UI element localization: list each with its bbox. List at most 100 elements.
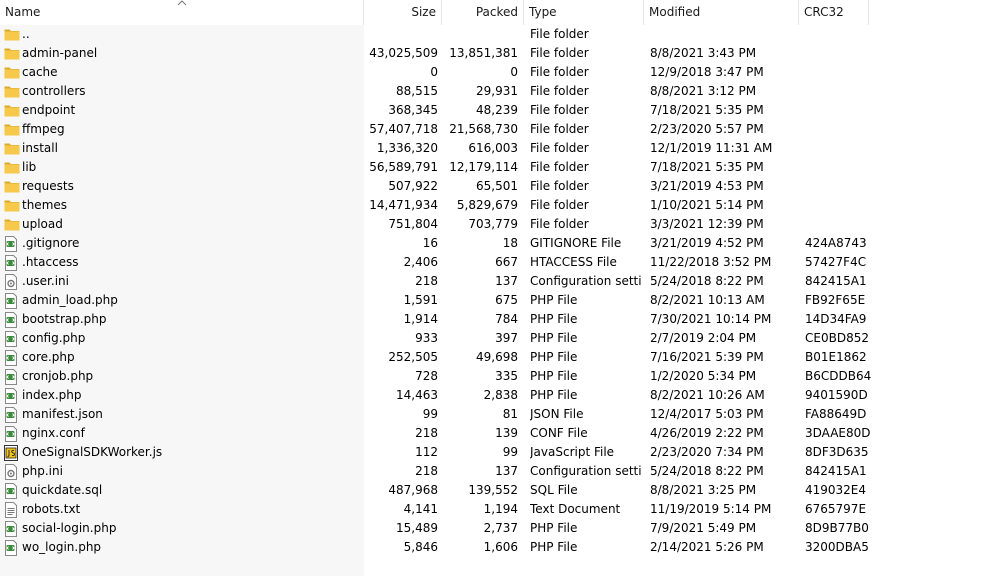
file-row[interactable]: robots.txt 4,141 1,194 Text Document 11/19/2… xyxy=(0,500,1004,519)
file-name: lib xyxy=(22,160,37,174)
file-row[interactable]: social-login.php 15,489 2,737 PHP File 7/9/2… xyxy=(0,519,1004,538)
file-row[interactable]: php.ini 218 137 Configuration setti... 5/24/… xyxy=(0,462,1004,481)
file-type: Configuration setti... xyxy=(530,464,642,478)
file-modified: 8/8/2021 3:25 PM xyxy=(650,483,757,497)
file-name: nginx.conf xyxy=(22,426,85,440)
file-name: index.php xyxy=(22,388,82,402)
javascript-file-icon xyxy=(4,443,20,462)
file-row[interactable]: controllers 88,515 29,931 File folder 8/8/20… xyxy=(0,82,1004,101)
file-size: 56,589,791 xyxy=(369,160,438,174)
folder-icon xyxy=(4,158,20,177)
file-row[interactable]: admin-panel 43,025,509 13,851,381 File fold… xyxy=(0,44,1004,63)
file-modified: 2/7/2019 2:04 PM xyxy=(650,331,757,345)
file-row[interactable]: index.php 14,463 2,838 PHP File 8/2/2021 10:… xyxy=(0,386,1004,405)
file-name: .. xyxy=(22,27,30,41)
file-name: ffmpeg xyxy=(22,122,65,136)
file-row[interactable]: endpoint 368,345 48,239 File folder 7/18/202… xyxy=(0,101,1004,120)
file-modified: 8/2/2021 10:26 AM xyxy=(650,388,765,402)
file-row[interactable]: upload 751,804 703,779 File folder 3/3/2021 … xyxy=(0,215,1004,234)
file-modified: 7/18/2021 5:35 PM xyxy=(650,160,764,174)
file-row[interactable]: .htaccess 2,406 667 HTACCESS File 11/22/2018… xyxy=(0,253,1004,272)
file-row[interactable]: cache 0 0 File folder 12/9/2018 3:47 PM xyxy=(0,63,1004,82)
header-name-label: Name xyxy=(5,5,41,19)
file-name: .user.ini xyxy=(22,274,69,288)
file-name: OneSignalSDKWorker.js xyxy=(22,445,163,459)
file-row[interactable]: cronjob.php 728 335 PHP File 1/2/2020 5:34 P… xyxy=(0,367,1004,386)
file-crc: 842415A1 xyxy=(805,464,867,478)
file-row[interactable]: nginx.conf 218 139 CONF File 4/26/2019 2:22 … xyxy=(0,424,1004,443)
header-size[interactable]: Size xyxy=(364,0,442,25)
file-packed-size: 65,501 xyxy=(476,179,518,193)
file-row[interactable]: quickdate.sql 487,968 139,552 SQL File 8/8/2… xyxy=(0,481,1004,500)
header-modified[interactable]: Modified xyxy=(644,0,799,25)
file-row[interactable]: lib 56,589,791 12,179,114 File folder 7/18/2… xyxy=(0,158,1004,177)
file-row[interactable]: themes 14,471,934 5,829,679 File folder 1/10… xyxy=(0,196,1004,215)
file-name: themes xyxy=(22,198,68,212)
file-name: social-login.php xyxy=(22,521,117,535)
file-packed-size: 139 xyxy=(495,426,518,440)
file-type: File folder xyxy=(530,103,589,117)
header-packed[interactable]: Packed xyxy=(442,0,524,25)
file-name: cache xyxy=(22,65,58,79)
file-modified: 2/23/2020 7:34 PM xyxy=(650,445,764,459)
file-crc xyxy=(805,101,875,120)
file-crc: B01E1862 xyxy=(805,350,867,364)
file-type: PHP File xyxy=(530,369,578,383)
file-type: File folder xyxy=(530,122,589,136)
file-size: 88,515 xyxy=(396,84,438,98)
file-type: PHP File xyxy=(530,312,578,326)
file-packed-size: 137 xyxy=(495,464,518,478)
file-type: GITIGNORE File xyxy=(530,236,622,250)
file-name: manifest.json xyxy=(22,407,103,421)
code-file-icon xyxy=(4,424,20,443)
file-crc xyxy=(805,25,875,44)
file-packed-size: 784 xyxy=(495,312,518,326)
file-row[interactable]: wo_login.php 5,846 1,606 PHP File 2/14/2021 … xyxy=(0,538,1004,557)
file-packed-size: 397 xyxy=(495,331,518,345)
file-size: 252,505 xyxy=(388,350,438,364)
file-packed-size: 29,931 xyxy=(476,84,518,98)
file-modified: 7/9/2021 5:49 PM xyxy=(650,521,757,535)
file-row[interactable]: .. File folder xyxy=(0,25,1004,44)
file-packed-size: 2,737 xyxy=(483,521,518,535)
file-type: PHP File xyxy=(530,540,578,554)
file-type: PHP File xyxy=(530,350,578,364)
file-row[interactable]: config.php 933 397 PHP File 2/7/2019 2:04 PM… xyxy=(0,329,1004,348)
file-packed-size: 99 xyxy=(502,445,518,459)
folder-icon xyxy=(4,215,20,234)
file-row[interactable]: .user.ini 218 137 Configuration setti... 5/2… xyxy=(0,272,1004,291)
file-packed-size: 5,829,679 xyxy=(456,198,518,212)
file-crc: CE0BD852 xyxy=(805,331,869,345)
file-row[interactable]: admin_load.php 1,591 675 PHP File 8/2/2021 1… xyxy=(0,291,1004,310)
file-row[interactable]: requests 507,922 65,501 File folder 3/21/201… xyxy=(0,177,1004,196)
file-type: File folder xyxy=(530,65,589,79)
settings-file-icon xyxy=(4,272,20,291)
header-type[interactable]: Type xyxy=(524,0,644,25)
file-crc: 9401590D xyxy=(805,388,868,402)
file-modified: 5/24/2018 8:22 PM xyxy=(650,274,764,288)
file-name: core.php xyxy=(22,350,75,364)
file-size xyxy=(364,25,438,44)
header-modified-label: Modified xyxy=(649,5,701,19)
file-row[interactable]: bootstrap.php 1,914 784 PHP File 7/30/2021 1… xyxy=(0,310,1004,329)
file-crc: 6765797E xyxy=(805,502,867,516)
file-name: cronjob.php xyxy=(22,369,94,383)
file-crc: 3DAAE80D xyxy=(805,426,871,440)
file-name: requests xyxy=(22,179,74,193)
file-row[interactable]: ffmpeg 57,407,718 21,568,730 File folder 2/2… xyxy=(0,120,1004,139)
file-row[interactable]: install 1,336,320 616,003 File folder 12/1/2… xyxy=(0,139,1004,158)
file-row[interactable]: .gitignore 16 18 GITIGNORE File 3/21/2019 4:… xyxy=(0,234,1004,253)
header-crc[interactable]: CRC32 xyxy=(799,0,869,25)
file-crc xyxy=(805,215,875,234)
file-size: 14,463 xyxy=(396,388,438,402)
file-row[interactable]: OneSignalSDKWorker.js 112 99 JavaScript Fil… xyxy=(0,443,1004,462)
file-size: 218 xyxy=(415,464,438,478)
file-size: 99 xyxy=(422,407,438,421)
file-type: JavaScript File xyxy=(530,445,615,459)
settings-file-icon xyxy=(4,462,20,481)
file-row[interactable]: manifest.json 99 81 JSON File 12/4/2017 5:03… xyxy=(0,405,1004,424)
header-size-label: Size xyxy=(411,5,436,19)
file-packed-size: 616,003 xyxy=(468,141,518,155)
file-packed-size: 48,239 xyxy=(476,103,518,117)
file-row[interactable]: core.php 252,505 49,698 PHP File 7/16/2021 5… xyxy=(0,348,1004,367)
